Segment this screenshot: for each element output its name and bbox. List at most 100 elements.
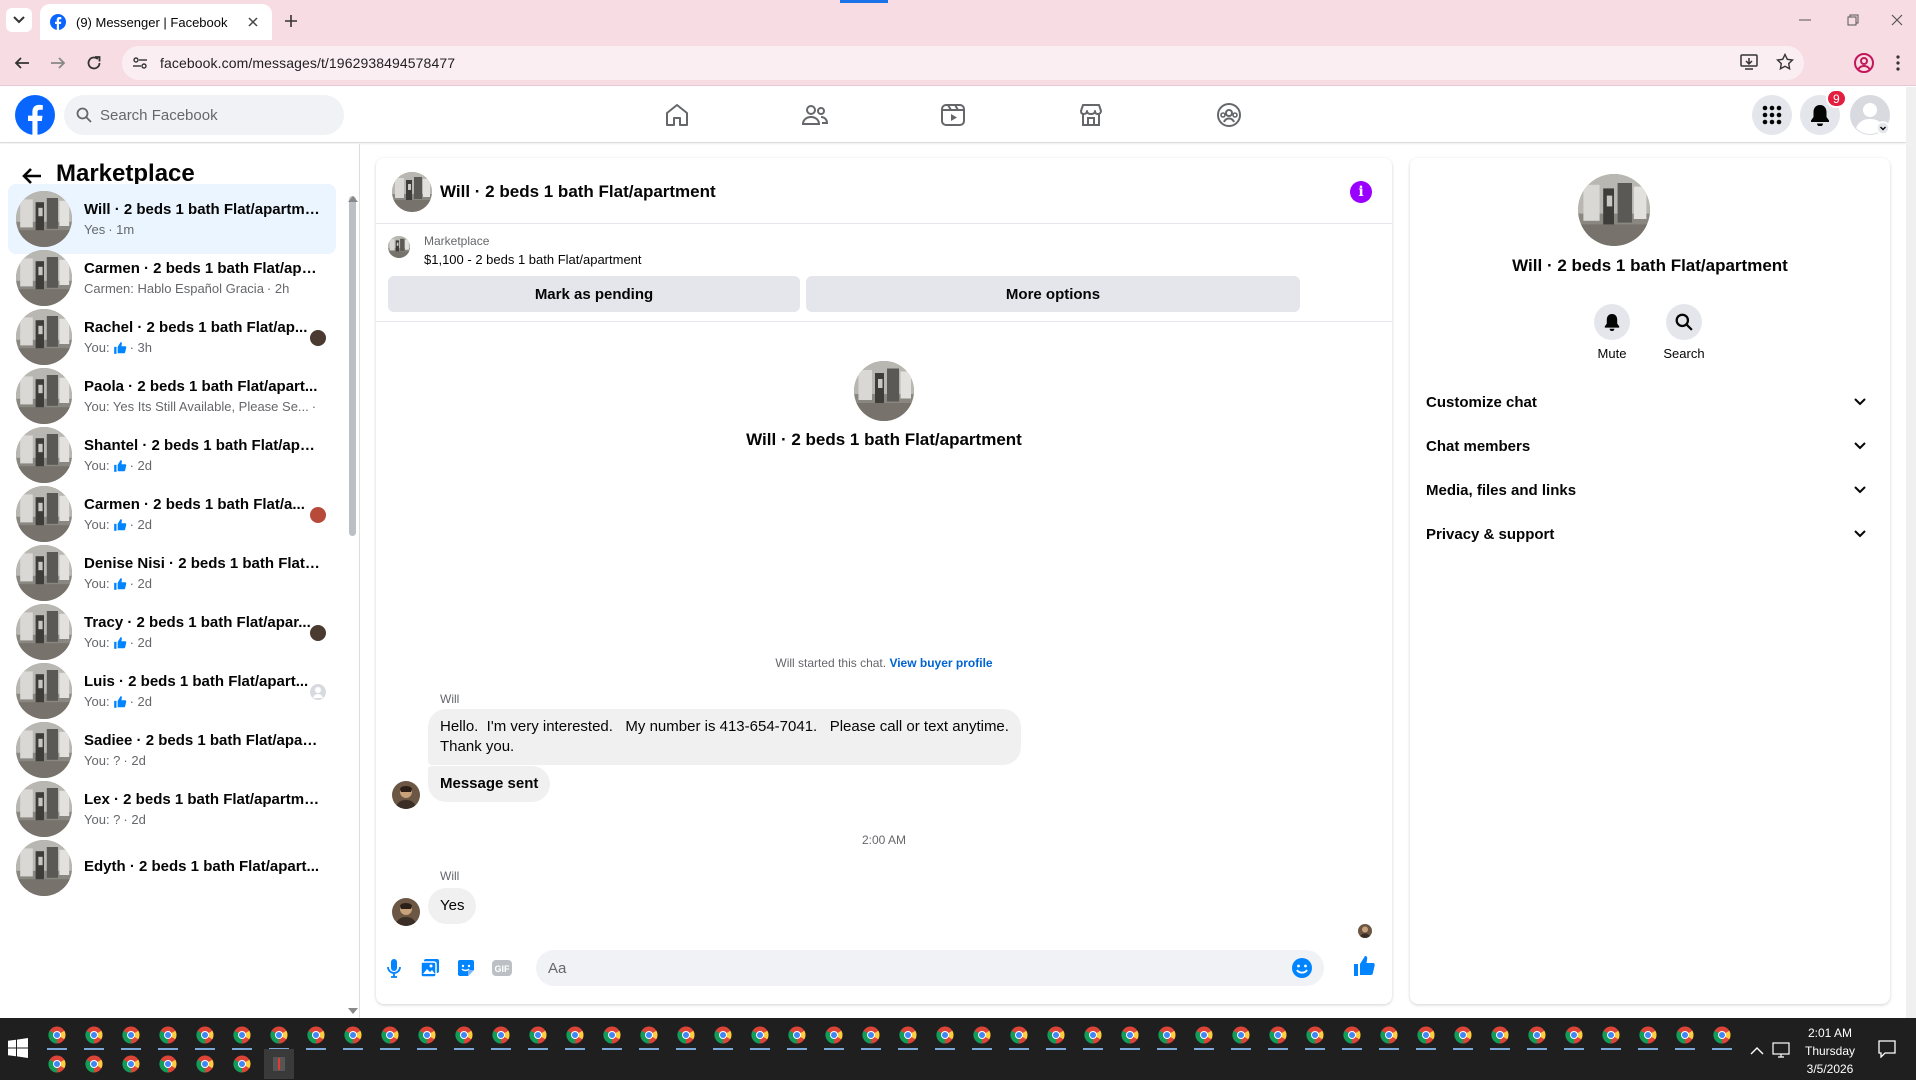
taskbar-chrome-window[interactable]	[1115, 1020, 1145, 1050]
taskbar-chrome-window[interactable]	[338, 1020, 368, 1050]
nav-gaming[interactable]	[1213, 99, 1245, 131]
taskbar-chrome-window[interactable]	[42, 1049, 72, 1079]
info-avatar[interactable]	[1578, 174, 1650, 246]
nav-friends[interactable]	[799, 99, 831, 131]
mute-button[interactable]: Mute	[1582, 304, 1642, 361]
taskbar-chrome-window[interactable]	[449, 1020, 479, 1050]
site-settings-icon[interactable]	[132, 55, 148, 71]
taskbar-chrome-window[interactable]	[42, 1020, 72, 1050]
taskbar-chrome-window[interactable]	[634, 1020, 664, 1050]
taskbar-chrome-window[interactable]	[856, 1020, 886, 1050]
account-avatar-icon[interactable]	[1850, 95, 1890, 135]
taskbar-chrome-window[interactable]	[412, 1020, 442, 1050]
taskbar-chrome-window[interactable]	[190, 1020, 220, 1050]
mark-as-pending-button[interactable]: Mark as pending	[388, 276, 800, 312]
sender-avatar[interactable]	[392, 898, 420, 926]
bookmark-star-icon[interactable]	[1776, 53, 1794, 71]
listing-title[interactable]: $1,100 - 2 beds 1 bath Flat/apartment	[424, 252, 642, 267]
privacy-support-section[interactable]: Privacy & support	[1426, 512, 1888, 556]
taskbar-chrome-window[interactable]	[227, 1049, 257, 1079]
taskbar-chrome-window[interactable]	[523, 1020, 553, 1050]
taskbar-chrome-window[interactable]	[264, 1020, 294, 1050]
taskbar-chrome-window[interactable]	[1448, 1020, 1478, 1050]
taskbar-chrome-window[interactable]	[1226, 1020, 1256, 1050]
taskbar-chrome-window[interactable]	[227, 1020, 257, 1050]
emoji-icon[interactable]	[1290, 956, 1314, 980]
taskbar-chrome-window[interactable]	[560, 1020, 590, 1050]
windows-start-icon[interactable]	[8, 1038, 28, 1058]
taskbar-chrome-window[interactable]	[301, 1020, 331, 1050]
send-like-button[interactable]	[1352, 954, 1376, 978]
taskbar-chrome-window[interactable]	[930, 1020, 960, 1050]
taskbar-chrome-window[interactable]	[1596, 1020, 1626, 1050]
taskbar-chrome-window[interactable]	[1337, 1020, 1367, 1050]
taskbar-chrome-window[interactable]	[1004, 1020, 1034, 1050]
chrome-menu-button[interactable]	[1890, 51, 1906, 75]
facebook-search-input[interactable]	[100, 106, 320, 124]
sticker-button[interactable]	[454, 956, 478, 980]
nav-video[interactable]	[937, 99, 969, 131]
menu-button[interactable]	[1752, 95, 1792, 135]
taskbar-chrome-window[interactable]	[1189, 1020, 1219, 1050]
taskbar-chrome-window[interactable]	[1374, 1020, 1404, 1050]
taskbar-chrome-window[interactable]	[375, 1020, 405, 1050]
nav-marketplace[interactable]	[1075, 99, 1107, 131]
conversation-item[interactable]: Edyth · 2 beds 1 bath Flat/apart...	[8, 833, 336, 903]
taskbar-chrome-window[interactable]	[1078, 1020, 1108, 1050]
taskbar-chrome-window[interactable]	[79, 1049, 109, 1079]
new-tab-button[interactable]	[280, 10, 302, 32]
taskbar-chrome-window[interactable]	[967, 1020, 997, 1050]
gif-button[interactable]: GIF	[490, 956, 514, 980]
taskbar-chrome-window[interactable]	[708, 1020, 738, 1050]
info-icon[interactable]: i	[1350, 181, 1372, 203]
taskbar-chrome-window[interactable]	[1041, 1020, 1071, 1050]
chat-avatar[interactable]	[392, 172, 432, 212]
attach-photo-button[interactable]	[418, 956, 442, 980]
search-in-chat-button[interactable]: Search	[1654, 304, 1714, 361]
taskbar-chrome-window[interactable]	[1522, 1020, 1552, 1050]
taskbar-chrome-window[interactable]	[782, 1020, 812, 1050]
more-options-button[interactable]: More options	[806, 276, 1300, 312]
message-bubble[interactable]: Hello. I'm very interested. My number is…	[428, 709, 1021, 765]
taskbar-chrome-window[interactable]	[79, 1020, 109, 1050]
customize-chat-section[interactable]: Customize chat	[1426, 380, 1888, 424]
taskbar-chrome-window[interactable]	[1152, 1020, 1182, 1050]
taskbar-chrome-window[interactable]	[1670, 1020, 1700, 1050]
taskbar-chrome-window[interactable]	[671, 1020, 701, 1050]
media-files-links-section[interactable]: Media, files and links	[1426, 468, 1888, 512]
view-buyer-profile-link[interactable]: View buyer profile	[889, 656, 992, 670]
taskbar-clock[interactable]: 2:01 AM Thursday 3/5/2026	[1800, 1024, 1860, 1078]
voice-clip-button[interactable]	[382, 956, 406, 980]
taskbar-chrome-window[interactable]	[1633, 1020, 1663, 1050]
page-scrollbar[interactable]	[1906, 87, 1916, 1018]
taskbar-chrome-window[interactable]	[1485, 1020, 1515, 1050]
taskbar-chrome-window[interactable]	[486, 1020, 516, 1050]
taskbar-chrome-window[interactable]	[597, 1020, 627, 1050]
taskbar-chrome-window[interactable]	[1707, 1020, 1737, 1050]
sender-avatar[interactable]	[392, 781, 420, 809]
facebook-logo-icon[interactable]	[15, 95, 55, 135]
taskbar-chrome-window[interactable]	[893, 1020, 923, 1050]
back-button[interactable]	[10, 51, 34, 75]
scroll-up-arrow[interactable]	[348, 196, 358, 202]
listing-thumbnail[interactable]	[388, 236, 410, 258]
browser-tab-messenger[interactable]: (9) Messenger | Facebook	[40, 4, 272, 40]
chat-members-section[interactable]: Chat members	[1426, 424, 1888, 468]
reload-button[interactable]	[82, 51, 106, 75]
tab-search-button[interactable]	[6, 8, 32, 32]
chat-title[interactable]: Will · 2 beds 1 bath Flat/apartment	[440, 182, 716, 202]
network-icon[interactable]	[1772, 1042, 1790, 1058]
forward-button[interactable]	[46, 51, 70, 75]
chrome-profile-icon[interactable]	[1852, 51, 1876, 75]
taskbar-chrome-window[interactable]	[116, 1020, 146, 1050]
taskbar-chrome-window[interactable]	[153, 1020, 183, 1050]
taskbar-chrome-window[interactable]	[116, 1049, 146, 1079]
facebook-search-box[interactable]	[64, 95, 344, 135]
taskbar-chrome-window[interactable]	[153, 1049, 183, 1079]
message-sent-bubble[interactable]: Message sent	[428, 766, 551, 802]
taskbar-chrome-window[interactable]	[745, 1020, 775, 1050]
minimize-button[interactable]	[1790, 10, 1820, 30]
restore-button[interactable]	[1838, 10, 1868, 30]
taskbar-active-app[interactable]	[264, 1049, 294, 1079]
message-input-box[interactable]	[536, 950, 1324, 986]
